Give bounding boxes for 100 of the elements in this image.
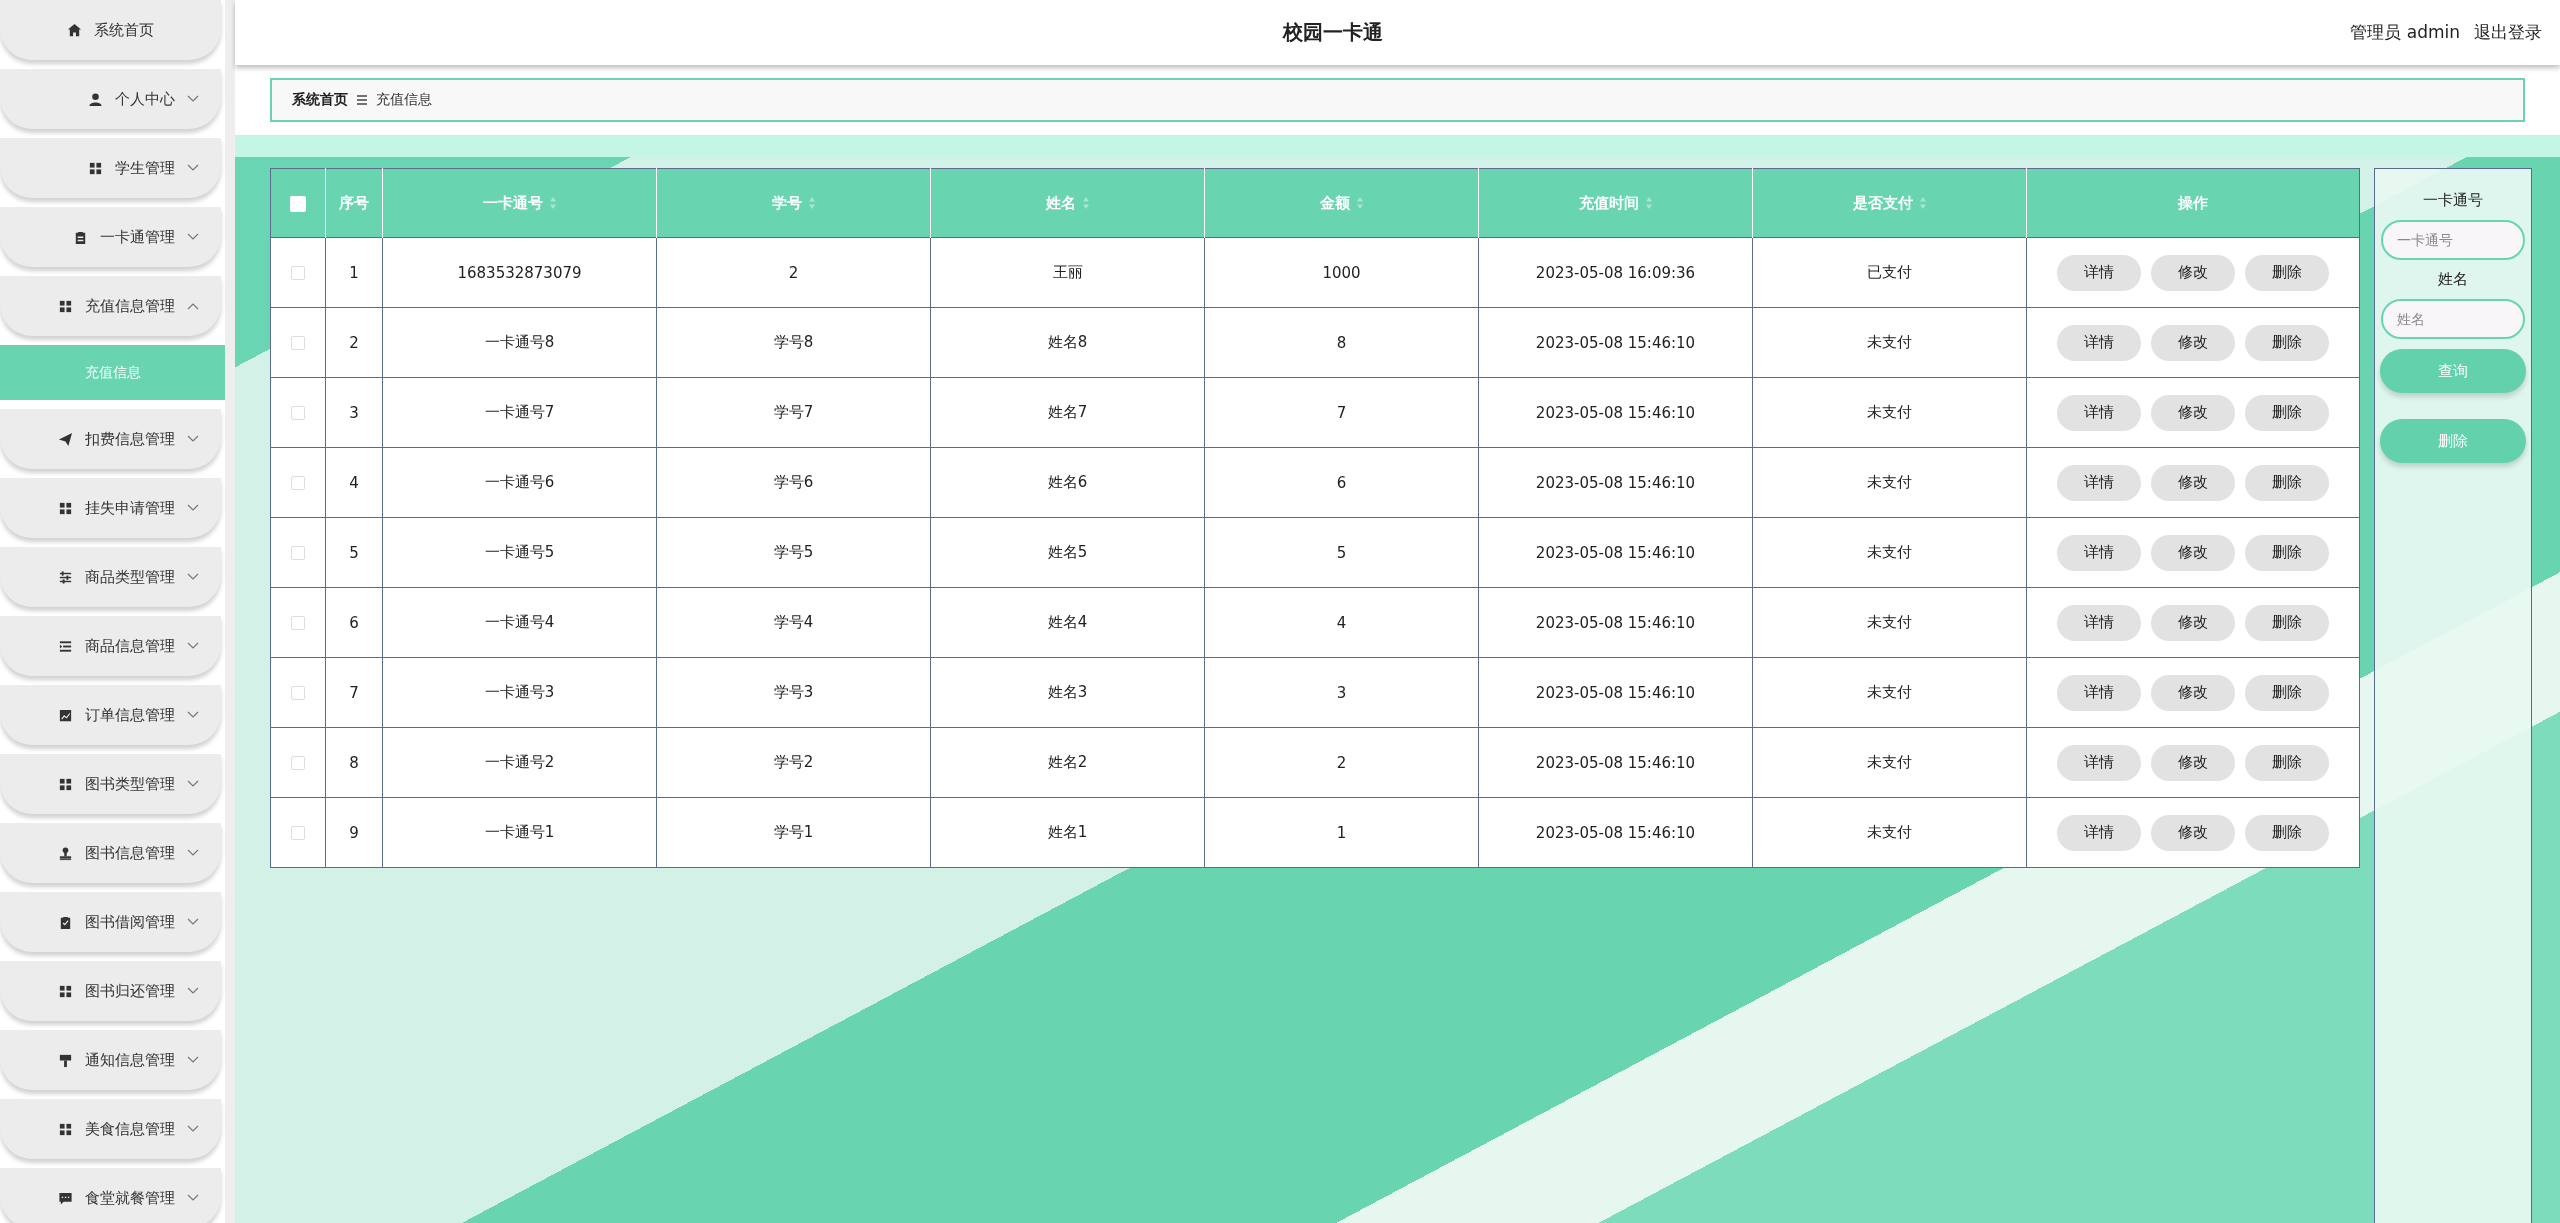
- chevron-icon: [187, 711, 199, 719]
- row-checkbox[interactable]: [291, 336, 305, 350]
- sidebar-item[interactable]: 图书归还管理: [0, 961, 221, 1021]
- table-cell: 学号7: [656, 377, 931, 448]
- select-all-checkbox[interactable]: [290, 195, 306, 212]
- table-cell: 3: [1204, 657, 1479, 728]
- action-button[interactable]: 详情: [2057, 814, 2141, 851]
- action-button[interactable]: 修改: [2151, 744, 2235, 781]
- action-button[interactable]: 详情: [2057, 534, 2141, 571]
- sidebar-item[interactable]: 挂失申请管理: [0, 478, 221, 538]
- action-button[interactable]: 详情: [2057, 604, 2141, 641]
- sidebar-item[interactable]: 图书借阅管理: [0, 892, 221, 952]
- search-field[interactable]: 一卡通号: [2381, 220, 2525, 260]
- action-button[interactable]: 删除: [2245, 254, 2329, 291]
- chart-icon: [58, 707, 73, 723]
- table-cell: 2023-05-08 15:46:10: [1478, 727, 1753, 798]
- table-cell: 未支付: [1752, 587, 2027, 658]
- action-button[interactable]: 详情: [2057, 394, 2141, 431]
- separator-icon: [356, 94, 368, 106]
- grid-icon: [58, 983, 73, 999]
- row-checkbox[interactable]: [291, 756, 305, 770]
- table-cell: 7: [1204, 377, 1479, 448]
- row-checkbox[interactable]: [291, 476, 305, 490]
- action-button[interactable]: 修改: [2151, 394, 2235, 431]
- table-cell: 王丽: [930, 237, 1205, 308]
- sidebar-item[interactable]: 系统首页: [0, 0, 221, 60]
- table-cell: 1000: [1204, 237, 1479, 308]
- action-button[interactable]: 修改: [2151, 324, 2235, 361]
- action-button[interactable]: 删除: [2245, 674, 2329, 711]
- chevron-icon: [187, 987, 199, 995]
- paper-plane-icon: [58, 431, 73, 447]
- action-button[interactable]: 修改: [2151, 814, 2235, 851]
- sidebar-item[interactable]: 食堂就餐管理: [0, 1168, 221, 1223]
- action-button[interactable]: 详情: [2057, 464, 2141, 501]
- action-button[interactable]: 删除: [2245, 814, 2329, 851]
- row-checkbox[interactable]: [291, 826, 305, 840]
- action-button[interactable]: 详情: [2057, 744, 2141, 781]
- row-checkbox[interactable]: [291, 266, 305, 280]
- table-cell: 4: [325, 447, 383, 518]
- action-button[interactable]: 修改: [2151, 604, 2235, 641]
- action-button[interactable]: 删除: [2245, 604, 2329, 641]
- stamp-icon: [58, 845, 73, 861]
- grid-icon: [58, 776, 73, 792]
- grid-icon: [58, 1121, 73, 1137]
- chevron-icon: [187, 504, 199, 512]
- table-cell: 2023-05-08 15:46:10: [1478, 307, 1753, 378]
- sidebar-item[interactable]: 美食信息管理: [0, 1099, 221, 1159]
- action-button[interactable]: 删除: [2245, 394, 2329, 431]
- table-cell: 未支付: [1752, 797, 2027, 868]
- chevron-icon: [187, 1125, 199, 1133]
- action-button[interactable]: 修改: [2151, 674, 2235, 711]
- chevron-icon: [187, 164, 199, 172]
- logout-link[interactable]: 退出登录: [2474, 21, 2542, 44]
- list-icon: [58, 638, 73, 654]
- table-cell: 4: [1204, 587, 1479, 658]
- sidebar-item[interactable]: 一卡通管理: [0, 207, 221, 267]
- table-cell: 未支付: [1752, 377, 2027, 448]
- action-button[interactable]: 修改: [2151, 464, 2235, 501]
- sidebar-item[interactable]: 学生管理: [0, 138, 221, 198]
- action-button[interactable]: 删除: [2245, 324, 2329, 361]
- action-button[interactable]: 删除: [2245, 744, 2329, 781]
- table-cell: 未支付: [1752, 447, 2027, 518]
- sidebar-item[interactable]: 订单信息管理: [0, 685, 221, 745]
- action-button[interactable]: 详情: [2057, 324, 2141, 361]
- table-cell: 2: [325, 307, 383, 378]
- sidebar-item[interactable]: 商品信息管理: [0, 616, 221, 676]
- action-button[interactable]: 删除: [2245, 464, 2329, 501]
- table-cell: 2023-05-08 15:46:10: [1478, 587, 1753, 658]
- row-checkbox[interactable]: [291, 686, 305, 700]
- sidebar-item[interactable]: 个人中心: [0, 69, 221, 129]
- table-cell: 2: [656, 237, 931, 308]
- action-button[interactable]: 详情: [2057, 674, 2141, 711]
- chevron-icon: [187, 95, 199, 103]
- row-checkbox[interactable]: [291, 616, 305, 630]
- action-button[interactable]: 修改: [2151, 534, 2235, 571]
- chevron-icon: [187, 233, 199, 241]
- search-field[interactable]: 姓名: [2381, 299, 2525, 339]
- breadcrumb-item[interactable]: 系统首页: [292, 91, 348, 109]
- table-cell: 未支付: [1752, 657, 2027, 728]
- action-button[interactable]: 详情: [2057, 254, 2141, 291]
- table-cell: 姓名7: [930, 377, 1205, 448]
- app-title: 校园一卡通: [1281, 19, 1384, 46]
- row-checkbox[interactable]: [291, 406, 305, 420]
- table-cell: 一卡通号5: [382, 517, 657, 588]
- table-cell: 学号5: [656, 517, 931, 588]
- sidebar-item[interactable]: 扣费信息管理: [0, 409, 221, 469]
- sidebar-item[interactable]: 充值信息管理: [0, 276, 221, 336]
- sidebar-item[interactable]: 商品类型管理: [0, 547, 221, 607]
- sidebar-item[interactable]: 图书信息管理: [0, 823, 221, 883]
- table-cell: 未支付: [1752, 727, 2027, 798]
- sidebar-item[interactable]: 图书类型管理: [0, 754, 221, 814]
- sidebar-item[interactable]: 通知信息管理: [0, 1030, 221, 1090]
- row-checkbox[interactable]: [291, 546, 305, 560]
- action-button[interactable]: 修改: [2151, 254, 2235, 291]
- action-button[interactable]: 删除: [2245, 534, 2329, 571]
- chevron-icon: [187, 1194, 199, 1202]
- chevron-icon: [187, 849, 199, 857]
- chevron-icon: [187, 302, 199, 310]
- table-cell: 8: [325, 727, 383, 798]
- table-cell: 5: [325, 517, 383, 588]
